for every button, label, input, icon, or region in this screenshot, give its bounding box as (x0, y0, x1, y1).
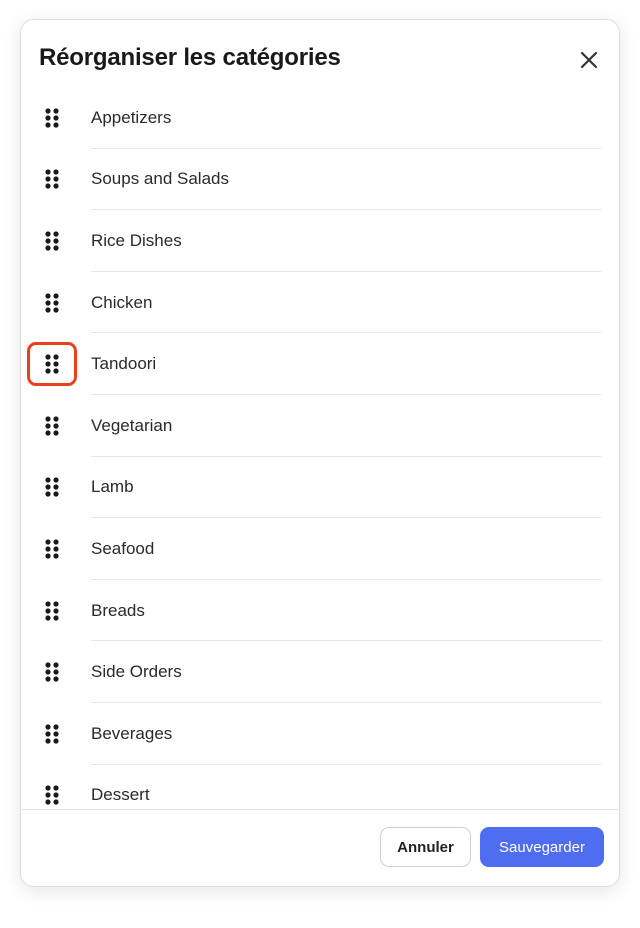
close-icon (580, 51, 598, 69)
drag-handle-icon (45, 477, 59, 497)
drag-handle[interactable] (27, 773, 77, 812)
category-label: Chicken (91, 292, 153, 312)
category-row[interactable]: Chicken (21, 272, 619, 334)
category-label: Side Orders (91, 662, 182, 682)
drag-handle-icon (45, 354, 59, 374)
category-label: Appetizers (91, 107, 172, 127)
category-row[interactable]: Tandoori (21, 333, 619, 395)
drag-handle[interactable] (27, 96, 77, 140)
category-label: Beverages (91, 723, 173, 743)
drag-handle-icon (45, 662, 59, 682)
drag-handle[interactable] (27, 650, 77, 694)
category-label: Rice Dishes (91, 230, 182, 250)
category-row[interactable]: Beverages (21, 703, 619, 765)
drag-handle-icon (45, 724, 59, 744)
drag-handle-icon (45, 231, 59, 251)
category-row[interactable]: Vegetarian (21, 395, 619, 457)
category-label: Lamb (91, 477, 134, 497)
drag-handle[interactable] (27, 281, 77, 325)
dialog-footer: Annuler Sauvegarder (21, 809, 619, 886)
category-label: Seafood (91, 538, 155, 558)
save-button[interactable]: Sauvegarder (480, 827, 604, 867)
cancel-button[interactable]: Annuler (380, 827, 471, 867)
category-label: Vegetarian (91, 415, 173, 435)
category-row[interactable]: Breads (21, 580, 619, 642)
category-label: Soups and Salads (91, 169, 229, 189)
drag-handle[interactable] (27, 157, 77, 201)
close-button[interactable] (575, 46, 603, 74)
dialog-title: Réorganiser les catégories (39, 44, 341, 71)
category-label: Tandoori (91, 354, 157, 374)
reorder-categories-dialog: Réorganiser les catégories Appetizers Sou… (20, 19, 620, 887)
drag-handle-icon (45, 292, 59, 313)
category-list: Appetizers Soups and Salads Rice Dishes Chi… (21, 87, 619, 812)
category-row[interactable]: Soups and Salads (21, 149, 619, 211)
category-row[interactable]: Lamb (21, 457, 619, 519)
drag-handle-icon (45, 108, 59, 128)
category-label: Dessert (91, 785, 150, 805)
drag-handle-icon (45, 785, 59, 805)
category-row[interactable]: Seafood (21, 518, 619, 580)
drag-handle[interactable] (27, 527, 77, 571)
drag-handle[interactable] (27, 465, 77, 509)
drag-handle[interactable] (27, 712, 77, 756)
drag-handle[interactable] (27, 342, 77, 387)
category-label: Breads (91, 600, 145, 620)
drag-handle[interactable] (27, 404, 77, 448)
category-row[interactable]: Appetizers (21, 87, 619, 149)
drag-handle-icon (45, 169, 59, 189)
category-row[interactable]: Side Orders (21, 641, 619, 703)
drag-handle-icon (45, 416, 59, 436)
category-row[interactable]: Rice Dishes (21, 210, 619, 272)
drag-handle[interactable] (27, 219, 77, 263)
category-row[interactable]: Dessert (21, 765, 619, 812)
drag-handle-icon (45, 600, 59, 621)
drag-handle[interactable] (27, 589, 77, 633)
drag-handle-icon (45, 539, 59, 559)
